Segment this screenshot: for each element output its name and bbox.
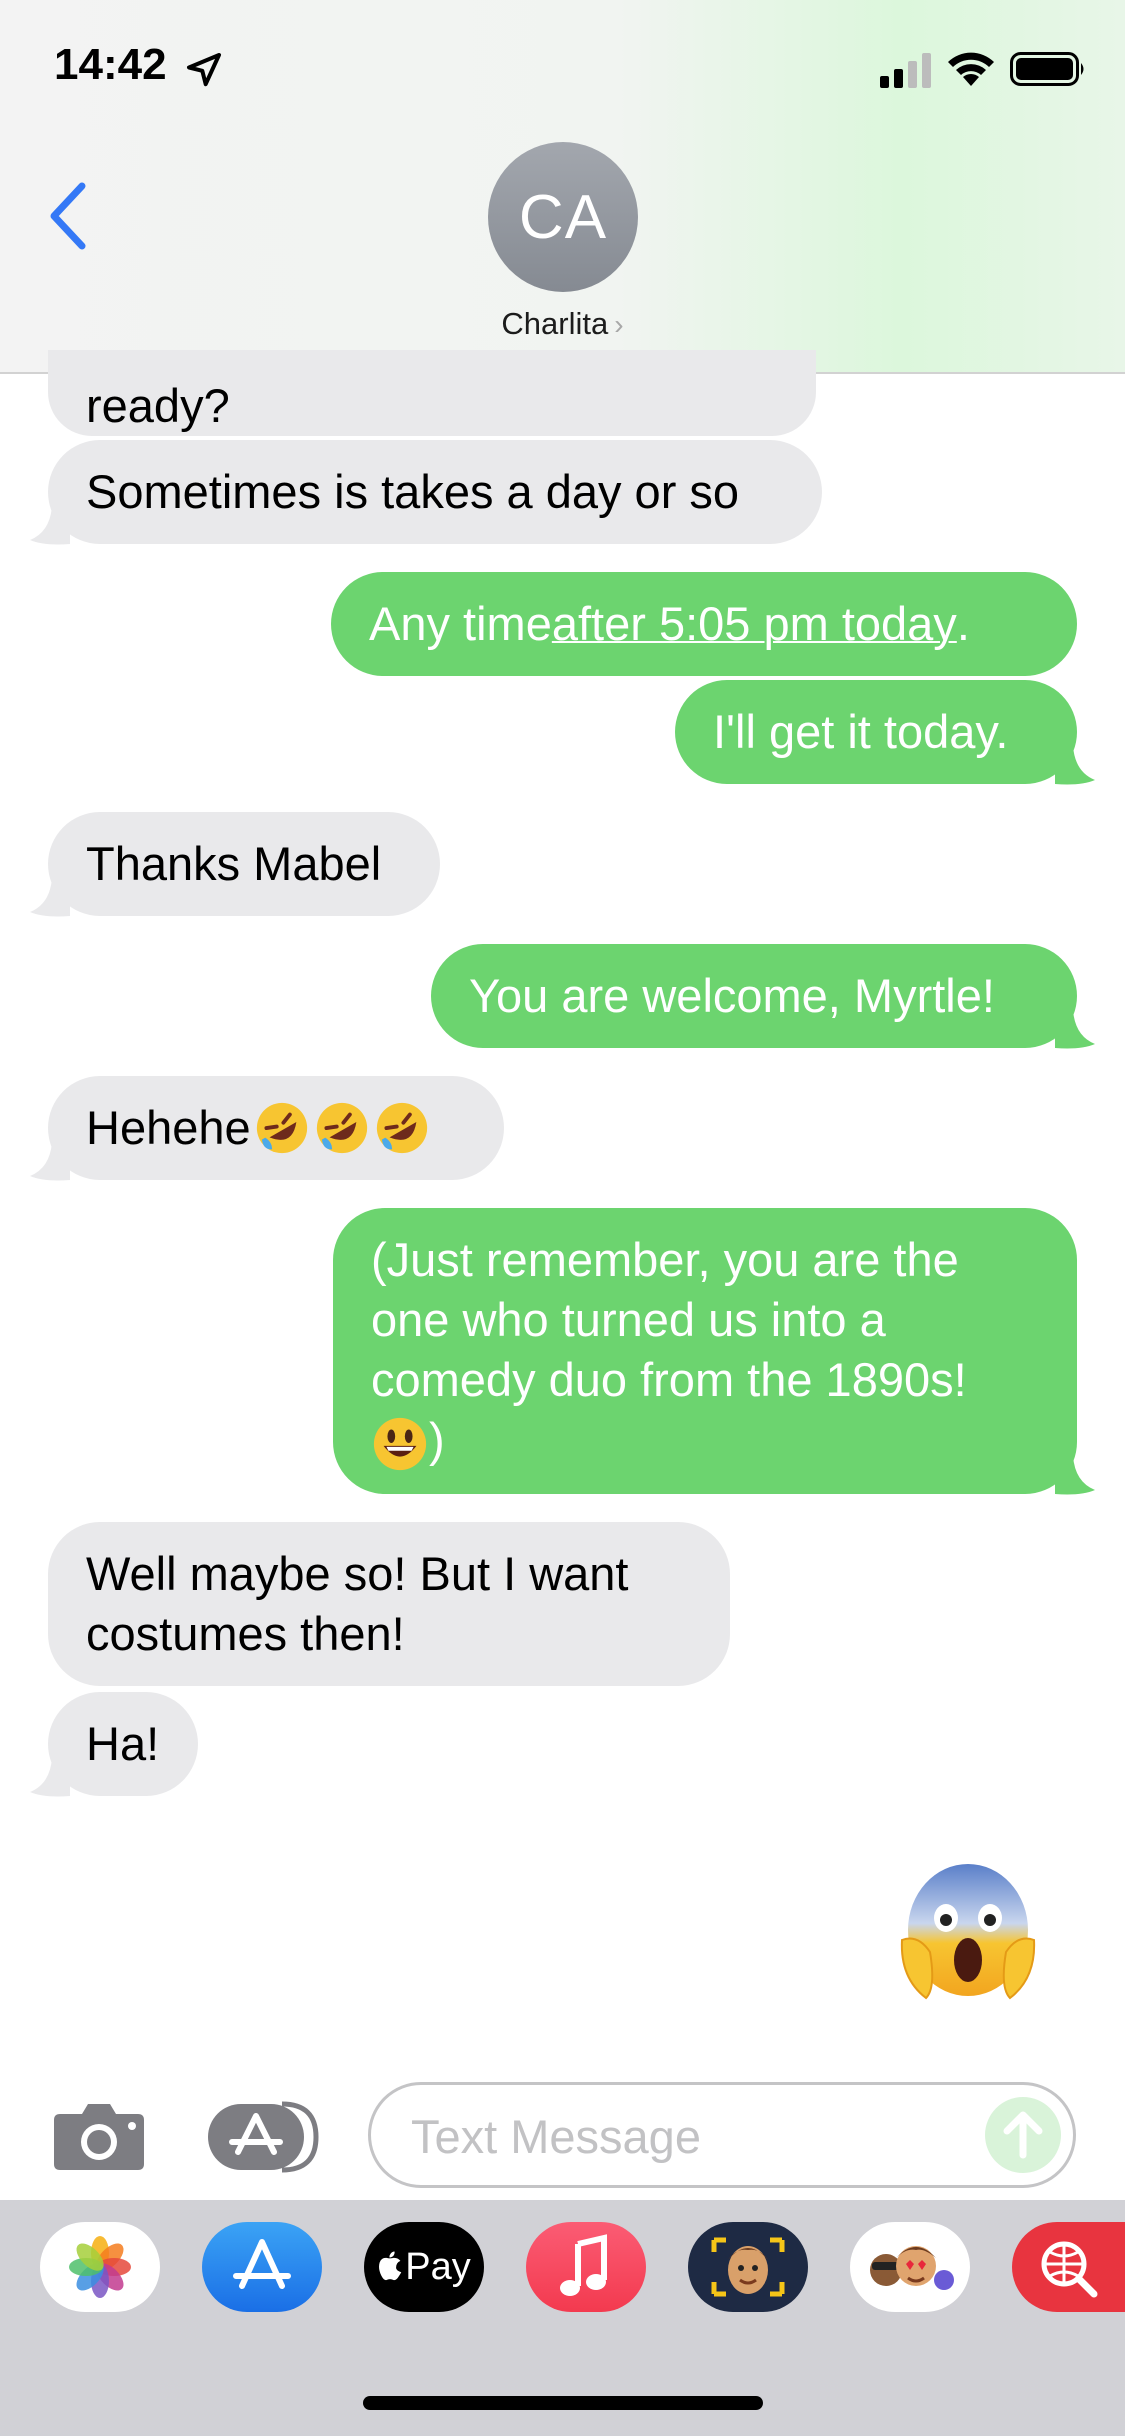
- incoming-message[interactable]: Sometimes is takes a day or so: [48, 440, 822, 544]
- outgoing-message[interactable]: Any time after 5:05 pm today.: [331, 572, 1077, 676]
- cellular-signal-icon: [880, 53, 931, 88]
- arrow-up-icon: [1003, 2111, 1043, 2159]
- bubble-tail: [30, 506, 70, 545]
- outgoing-message[interactable]: (Just remember, you are the one who turn…: [333, 1208, 1077, 1494]
- app-store-app-button[interactable]: [202, 2222, 322, 2312]
- outgoing-message[interactable]: I'll get it today.: [675, 680, 1077, 784]
- rolling-on-floor-laughing-emoji-icon: [376, 1102, 427, 1154]
- send-button[interactable]: [985, 2097, 1061, 2173]
- status-time: 14:42: [54, 40, 167, 89]
- face-screaming-in-fear-emoji-icon[interactable]: [896, 1860, 1040, 2004]
- incoming-message[interactable]: Well maybe so! But I want costumes then!: [48, 1522, 730, 1686]
- message-text: Hehehe: [86, 1101, 251, 1154]
- message-line: ): [371, 1410, 1039, 1473]
- smiling-face-emoji-icon: [373, 1417, 427, 1470]
- battery-icon: [1010, 52, 1084, 86]
- date-link[interactable]: after 5:05 pm today: [552, 594, 957, 654]
- message-input-field[interactable]: [368, 2082, 1076, 2188]
- bubble-tail: [1055, 746, 1095, 785]
- rolling-on-floor-laughing-emoji-icon: [316, 1102, 367, 1154]
- chevron-right-icon: ›: [614, 309, 624, 340]
- incoming-message[interactable]: Thanks Mabel: [48, 812, 440, 916]
- music-app-button[interactable]: [526, 2222, 646, 2312]
- incoming-message[interactable]: Hehehe: [48, 1076, 504, 1180]
- message-text: You are welcome, Myrtle!: [469, 969, 995, 1022]
- music-note-icon: [560, 2234, 607, 2296]
- message-text: Any time: [369, 597, 552, 650]
- message-text: .: [956, 597, 970, 650]
- bubble-tail: [1055, 1456, 1095, 1495]
- wifi-icon: [948, 52, 994, 86]
- memoji-icon: [711, 2237, 785, 2297]
- incoming-message[interactable]: ready?: [48, 350, 816, 436]
- photos-icon: [69, 2236, 131, 2298]
- bubble-tail: [30, 878, 70, 917]
- memoji-app-button[interactable]: [688, 2222, 808, 2312]
- rolling-on-floor-laughing-emoji-icon: [256, 1102, 307, 1154]
- web-images-search-app-button[interactable]: [1012, 2222, 1125, 2312]
- bubble-tail: [30, 1142, 70, 1181]
- globe-search-icon: [1041, 2241, 1098, 2298]
- message-line: (Just remember, you are the: [371, 1233, 959, 1286]
- message-text: ready?: [86, 379, 230, 432]
- app-store-icon: [233, 2239, 291, 2289]
- conversation-header: 14:42 CA Charlita ›: [0, 0, 1125, 374]
- incoming-message[interactable]: Ha!: [48, 1692, 198, 1796]
- memoji-stickers-icon: [870, 2246, 954, 2290]
- outgoing-message[interactable]: You are welcome, Myrtle!: [431, 944, 1077, 1048]
- message-text: Thanks Mabel: [86, 837, 382, 890]
- message-text: Sometimes is takes a day or so: [86, 465, 740, 518]
- apple-pay-label: Pay: [405, 2245, 471, 2288]
- camera-icon[interactable]: [52, 2100, 146, 2172]
- message-line: comedy duo from the 1890s!: [371, 1353, 967, 1406]
- message-line: Well maybe so! But I want: [86, 1547, 629, 1600]
- message-text: Ha!: [86, 1717, 160, 1770]
- photos-app-button[interactable]: [40, 2222, 160, 2312]
- message-line: costumes then!: [86, 1607, 405, 1660]
- message-line: one who turned us into a: [371, 1293, 886, 1346]
- message-text: ): [429, 1413, 445, 1466]
- bubble-tail: [30, 1758, 70, 1797]
- location-arrow-icon: [187, 53, 221, 87]
- contact-name-button[interactable]: Charlita ›: [0, 306, 1125, 342]
- app-store-apps-button-icon[interactable]: [208, 2100, 320, 2174]
- apple-logo-icon: [379, 2251, 402, 2281]
- back-chevron-icon[interactable]: [44, 180, 94, 252]
- contact-avatar[interactable]: CA: [488, 142, 638, 292]
- apple-pay-app-button[interactable]: Pay: [364, 2222, 484, 2312]
- memoji-stickers-app-button[interactable]: [850, 2222, 970, 2312]
- message-text: I'll get it today.: [713, 705, 1009, 758]
- message-text-input[interactable]: [409, 2085, 973, 2187]
- contact-name: Charlita: [501, 306, 609, 341]
- home-indicator[interactable]: [363, 2396, 763, 2410]
- bubble-tail: [1055, 1010, 1095, 1049]
